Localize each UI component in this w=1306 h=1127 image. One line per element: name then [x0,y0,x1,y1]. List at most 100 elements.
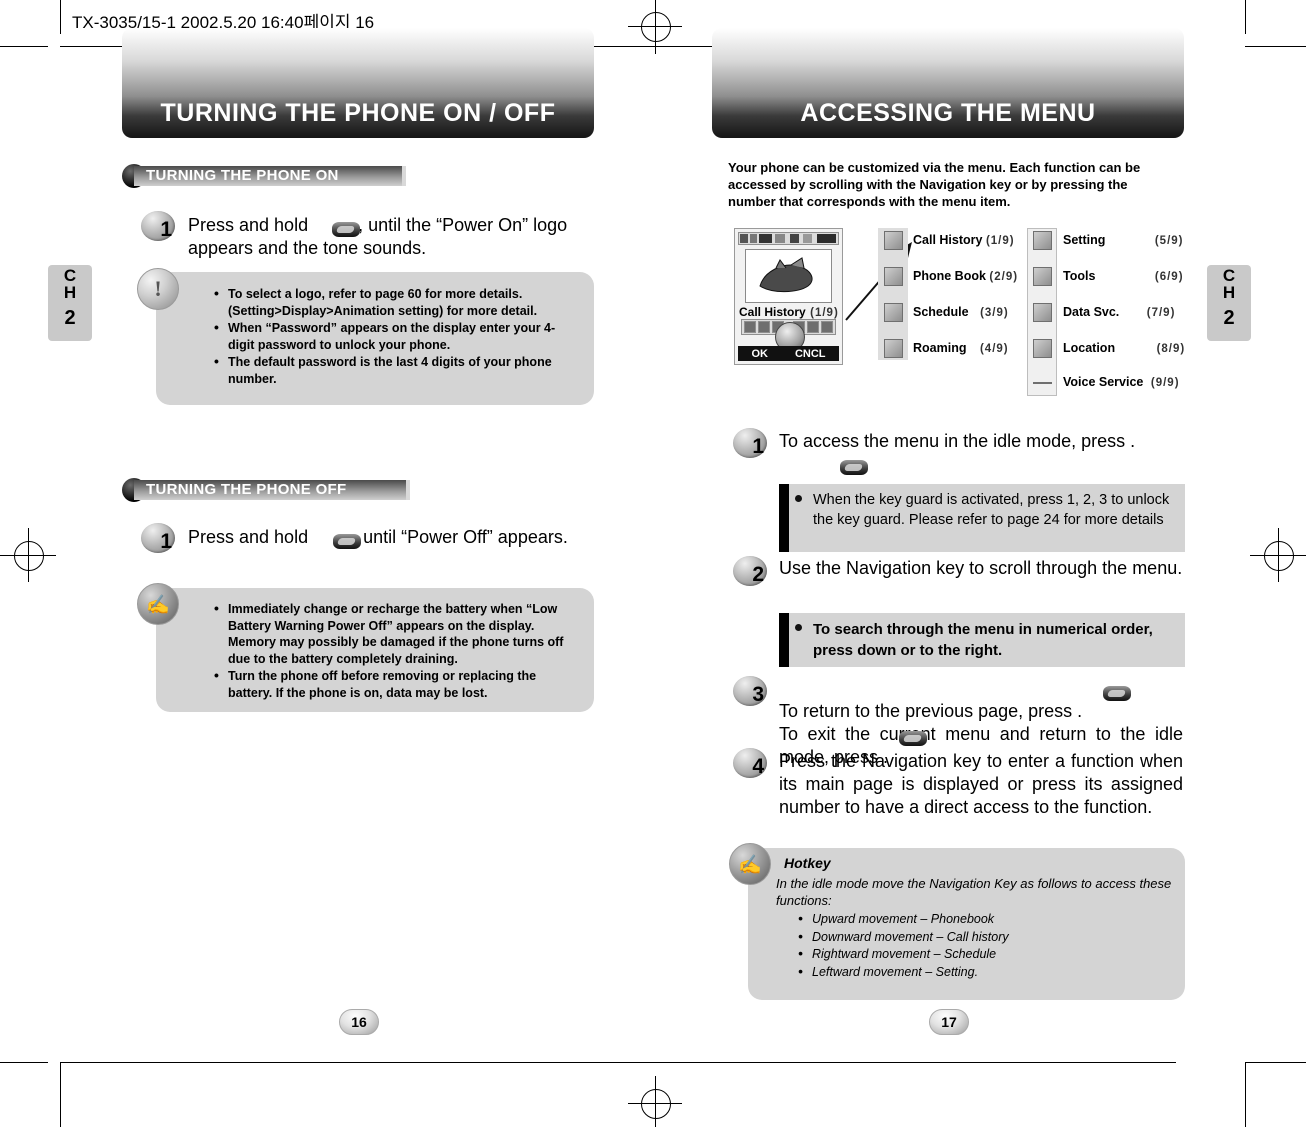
hand-glyph: ✍ [146,595,170,616]
step-text-off-1: Press and hold until “Power Off” appears… [188,526,608,549]
hotkey-hand-icon: ✍ [729,843,771,885]
callout-numerical-order-text: To search through the menu in numerical … [813,621,1153,659]
step-marker-menu-2: 2 [733,556,767,586]
phone-battery-icon [817,234,836,243]
menu-item-location: Location (8/9) [1063,341,1185,355]
page-number-left-value: 16 [351,1014,367,1030]
note-box-phone-on: To select a logo, refer to page 60 for m… [156,272,594,405]
phone-softkey-bar: OK CNCL [738,346,839,361]
menu-item-tools-label: Tools [1063,269,1096,283]
hotkey-box: Hotkey In the idle mode move the Navigat… [748,848,1185,1000]
menu-item-call-history: Call History (1/9) [913,233,1015,247]
section-header-phone-on-label: TURNING THE PHONE ON [146,167,339,184]
crop-mark-bottom-left-h2 [60,1062,1176,1063]
menu-icon-setting [1033,231,1052,250]
callout-bullet-icon [795,624,802,631]
menu-item-schedule-index: (3/9) [980,307,1009,319]
phone-display-label: Call History [739,305,806,319]
step-marker-off-1-number: 1 [160,530,172,553]
menu-icon-call-history [884,231,903,250]
menu-item-schedule: Schedule (3/9) [913,305,1009,319]
step-text-on-1-content: Press and hold , until the “Power On” lo… [188,215,573,258]
hotkey-list: Upward movement – Phonebook Downward mov… [798,910,1171,981]
exclamation-glyph: ! [154,276,162,301]
section-header-phone-off-label: TURNING THE PHONE OFF [146,481,347,498]
phone-graphic-icon [759,257,813,293]
softkey-ok-label: OK [751,347,768,360]
step-text-menu-1: To access the menu in the idle mode, pre… [779,430,1179,453]
power-off-key-icon [331,533,363,551]
step-text-menu-2: Use the Navigation key to scroll through… [779,557,1183,580]
phone-status-icon-4 [775,234,785,243]
intro-paragraph: Your phone can be customized via the men… [728,160,1141,209]
phone-key-2 [758,321,770,333]
menu-item-data-svc-index: (7/9) [1146,307,1176,319]
registration-mark-bottom [641,1089,671,1119]
menu-icon-location [1033,339,1052,358]
phone-status-icon-3 [759,234,772,243]
menu-item-data-svc-label: Data Svc. [1063,305,1120,319]
menu-item-roaming-label: Roaming [913,341,967,355]
note-box-phone-on-list: To select a logo, refer to page 60 for m… [214,285,578,388]
menu-icon-schedule [884,303,903,322]
crop-mark-bottom-left-v [60,1062,61,1127]
crop-mark-top-left-v [60,0,61,34]
page-number-right-value: 17 [941,1014,957,1030]
step-marker-menu-3-number: 3 [752,683,764,706]
left-page-banner: TURNING THE PHONE ON / OFF [122,28,594,138]
menu-item-tools-index: (6/9) [1154,271,1184,283]
step-text-menu-1-content: To access the menu in the idle mode, pre… [779,431,1136,451]
crop-mark-top-right-h [1245,46,1306,47]
menu-icon-voice-service [1033,382,1052,384]
crop-mark-bottom-right-h [1245,1062,1306,1063]
menu-item-setting-label: Setting [1063,233,1106,247]
chapter-tab-right-h: H [1222,283,1236,302]
menu-item-tools: Tools (6/9) [1063,269,1184,283]
menu-item-call-history-label: Call History [913,233,983,247]
menu-item-setting-index: (5/9) [1154,235,1184,247]
step-marker-menu-4: 4 [733,748,767,778]
right-page-banner: ACCESSING THE MENU [712,28,1184,138]
chapter-tab-left: C H 2 [48,265,92,341]
note-item: To select a logo, refer to page 60 for m… [214,285,578,319]
hand-glyph: ✍ [738,855,762,876]
note-item: When “Password” appears on the display e… [214,319,578,353]
chapter-tab-left-number: 2 [64,307,76,329]
page-number-left: 16 [339,1009,379,1035]
left-page-title: TURNING THE PHONE ON / OFF [160,99,556,127]
menu-item-voice-service-index: (9/9) [1150,377,1180,389]
phone-status-icon-2 [750,234,757,243]
registration-mark-bottom-v [655,1076,656,1127]
registration-mark-right-v [1278,528,1279,582]
step-text-menu-4-content: Press the Navigation key to enter a func… [779,751,1183,817]
menu-item-roaming-index: (4/9) [979,343,1009,355]
callout-bullet-icon [795,495,802,502]
phone-status-icon-6 [803,234,812,243]
menu-item-voice-service: Voice Service (9/9) [1063,375,1180,389]
note-box-phone-off: Immediately change or recharge the batte… [156,588,594,712]
menu-key-icon-end [897,730,929,748]
menu-item-setting: Setting (5/9) [1063,233,1184,247]
note-item: The default password is the last 4 digit… [214,353,578,387]
chapter-tab-left-c: C [63,266,77,285]
hotkey-item: Rightward movement – Schedule [798,945,1171,963]
phone-display-index: (1/9) [810,307,839,319]
phone-key-1 [744,321,756,333]
note-item: Immediately change or recharge the batte… [214,600,578,667]
callout-key-guard-text: When the key guard is activated, press 1… [813,492,1170,528]
step-marker-on-1-number: 1 [160,218,172,241]
menu-item-phone-book: Phone Book (2/9) [913,269,1018,283]
menu-icon-roaming [884,339,903,358]
registration-mark-left-v [28,528,29,582]
menu-icon-phone-book [884,267,903,286]
hotkey-item: Leftward movement – Setting. [798,963,1171,981]
crop-mark-bottom-right-v [1245,1062,1246,1127]
registration-mark-right [1264,541,1294,571]
menu-item-location-label: Location [1063,341,1116,355]
page-number-right: 17 [929,1009,969,1035]
power-on-key-icon [330,221,362,239]
step-marker-menu-2-number: 2 [752,563,764,586]
step-marker-menu-3: 3 [733,676,767,706]
step-text-menu-4: Press the Navigation key to enter a func… [779,750,1183,819]
callout-left-bar [779,484,789,552]
